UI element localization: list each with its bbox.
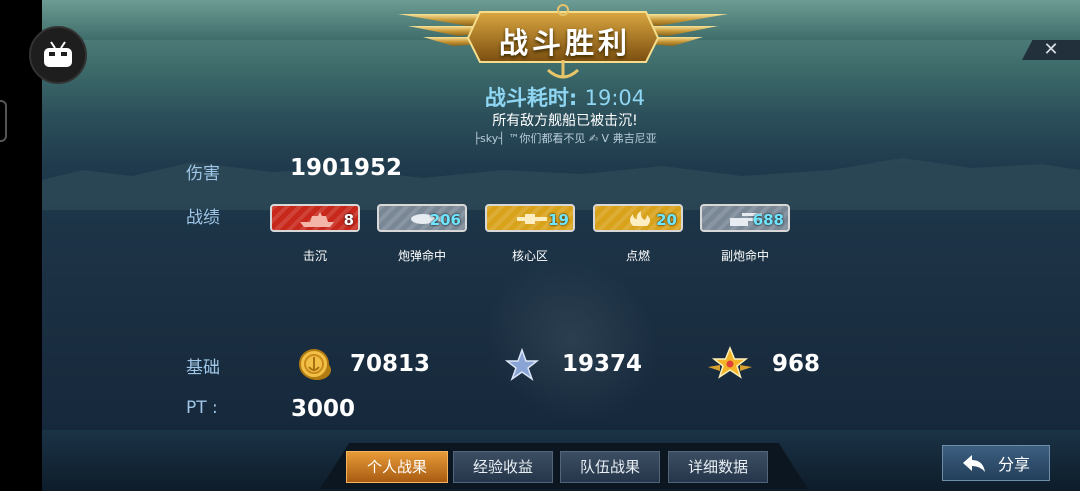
badge-shell-hit[interactable]: 206 — [377, 204, 467, 232]
share-button[interactable]: 分享 — [942, 445, 1050, 481]
badge-sink-label: 击沉 — [302, 249, 327, 263]
victory-title: 战斗胜利 — [498, 26, 631, 60]
badge-ignite-value: 20 — [656, 211, 677, 229]
badge-shell-hit-value: 206 — [429, 211, 461, 229]
badge-citadel-value: 19 — [548, 211, 569, 229]
damage-label: 伤害 — [186, 164, 220, 184]
side-handle[interactable] — [0, 100, 7, 142]
gold-coin-icon — [299, 349, 331, 380]
tab-personal-result[interactable]: 个人战果 — [346, 451, 448, 483]
pt-value: 3000 — [291, 396, 356, 422]
badge-citadel-label: 核心区 — [511, 249, 548, 263]
sunk-message: 所有敌方舰船已被击沉! — [492, 113, 638, 129]
badge-secondary-hit[interactable]: 688 — [700, 204, 790, 232]
badge-sink-value: 8 — [343, 211, 354, 229]
pt-label: PT : — [186, 398, 218, 418]
players-line: ├sky┤ ™你们都看不见 ✍ V 弗吉尼亚 — [473, 132, 657, 145]
tab-exp-income[interactable]: 经验收益 — [453, 451, 553, 483]
badge-citadel[interactable]: 19 — [485, 204, 575, 232]
share-arrow-icon — [962, 455, 985, 472]
fire-icon — [630, 211, 650, 226]
warship-icon — [300, 212, 334, 227]
damage-value: 1901952 — [290, 155, 403, 181]
badge-ignite[interactable]: 20 — [593, 204, 683, 232]
base-label: 基础 — [186, 358, 220, 378]
record-label: 战绩 — [186, 208, 220, 228]
battle-time: 战斗耗时: 19:04 — [440, 82, 690, 112]
gold-star-icon — [708, 346, 752, 379]
floating-app-button[interactable] — [29, 26, 87, 84]
tab-team-result[interactable]: 队伍战果 — [560, 451, 660, 483]
share-label: 分享 — [997, 455, 1030, 474]
badge-secondary-hit-value: 688 — [752, 211, 784, 229]
gold-value: 70813 — [350, 351, 431, 377]
battle-time-label: 战斗耗时: — [484, 86, 578, 110]
badge-secondary-hit-label: 副炮命中 — [720, 249, 769, 263]
gold-star-value: 968 — [772, 351, 821, 377]
tab-detail-data[interactable]: 详细数据 — [668, 451, 768, 483]
silver-star-icon — [505, 348, 539, 381]
tv-mascot-icon — [44, 41, 72, 67]
battle-time-value: 19:04 — [584, 86, 646, 110]
badge-sink[interactable]: 8 — [270, 204, 360, 232]
cannon-icon — [517, 214, 547, 224]
silver-star-value: 19374 — [562, 351, 643, 377]
badge-shell-hit-label: 炮弹命中 — [397, 249, 446, 263]
badge-ignite-label: 点燃 — [625, 249, 650, 263]
